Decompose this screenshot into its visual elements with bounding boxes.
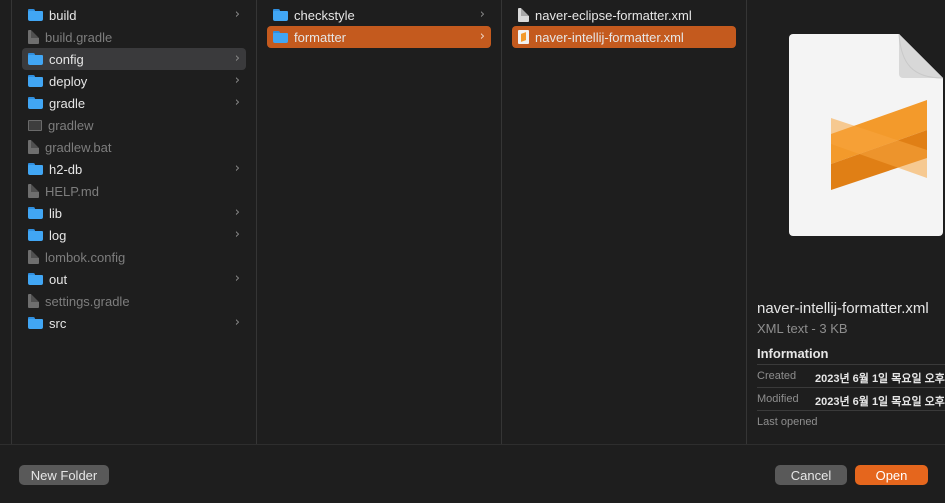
folder-icon (273, 31, 288, 43)
item-label: naver-eclipse-formatter.xml (535, 7, 692, 23)
info-key: Created (757, 370, 797, 382)
new-folder-button[interactable]: New Folder (19, 465, 109, 485)
column-config[interactable]: checkstyle › formatter › (257, 0, 502, 444)
list-item[interactable]: naver-eclipse-formatter.xml (512, 4, 736, 26)
folder-icon (28, 9, 43, 21)
item-label: build (49, 7, 77, 23)
column-project[interactable]: build › build.gradle config › deploy › gradle › g… (12, 0, 257, 444)
document-icon (28, 294, 39, 308)
list-item[interactable]: HELP.md (22, 180, 246, 202)
list-item[interactable]: build › (22, 4, 246, 26)
document-icon (518, 8, 529, 22)
list-item[interactable]: deploy › (22, 70, 246, 92)
chevron-right-icon: › (479, 7, 485, 22)
chevron-right-icon: › (234, 7, 240, 22)
list-item[interactable]: h2-db › (22, 158, 246, 180)
list-item[interactable]: src › (22, 312, 246, 334)
preview-file-kind: XML text - 3 KB (757, 321, 848, 336)
chevron-right-icon: › (234, 227, 240, 242)
info-row-created: Created 2023년 6월 1일 목요일 오후 (757, 364, 945, 387)
open-button[interactable]: Open (855, 465, 928, 485)
list-item[interactable]: gradlew.bat (22, 136, 246, 158)
info-row-last-opened: Last opened (757, 410, 945, 433)
chevron-right-icon: › (234, 73, 240, 88)
folder-icon (273, 9, 288, 21)
list-item[interactable]: lombok.config (22, 246, 246, 268)
item-label: out (49, 271, 68, 287)
document-icon (28, 184, 39, 198)
terminal-file-icon (28, 119, 42, 131)
chevron-right-icon: › (479, 29, 485, 44)
information-heading: Information (757, 346, 829, 361)
document-icon (28, 250, 39, 264)
list-item[interactable]: formatter › (267, 26, 491, 48)
item-label: lombok.config (45, 249, 126, 265)
folder-icon (28, 75, 43, 87)
list-item[interactable]: build.gradle (22, 26, 246, 48)
file-browser: build › build.gradle config › deploy › gradle › g… (0, 0, 945, 444)
info-key: Last opened (757, 416, 818, 428)
item-label: gradlew.bat (45, 139, 112, 155)
chevron-right-icon: › (234, 205, 240, 220)
folder-icon (28, 53, 43, 65)
document-icon (28, 140, 39, 154)
list-item[interactable]: lib › (22, 202, 246, 224)
chevron-right-icon: › (234, 271, 240, 286)
info-row-modified: Modified 2023년 6월 1일 목요일 오후 (757, 387, 945, 410)
item-label: deploy (49, 73, 88, 89)
item-label: gradle (49, 95, 86, 111)
folder-icon (28, 317, 43, 329)
list-item[interactable]: checkstyle › (267, 4, 491, 26)
document-icon (28, 30, 39, 44)
folder-icon (28, 97, 43, 109)
info-key: Modified (757, 393, 799, 405)
sublime-text-document-icon (789, 34, 943, 236)
sublime-file-icon (518, 30, 529, 44)
item-label: lib (49, 205, 63, 221)
chevron-right-icon: › (234, 315, 240, 330)
folder-icon (28, 273, 43, 285)
list-item[interactable]: log › (22, 224, 246, 246)
info-value: 2023년 6월 1일 목요일 오후 (815, 373, 945, 385)
item-label: naver-intellij-formatter.xml (535, 29, 684, 45)
item-label: log (49, 227, 67, 243)
item-label: HELP.md (45, 183, 99, 199)
list-item[interactable]: settings.gradle (22, 290, 246, 312)
cancel-button[interactable]: Cancel (775, 465, 847, 485)
list-item[interactable]: gradlew (22, 114, 246, 136)
folder-icon (28, 229, 43, 241)
list-item[interactable]: out › (22, 268, 246, 290)
folder-icon (28, 163, 43, 175)
chevron-right-icon: › (234, 51, 240, 66)
column-formatter[interactable]: naver-eclipse-formatter.xml naver-intelli… (502, 0, 747, 444)
preview-file-name: naver-intellij-formatter.xml (757, 300, 929, 317)
item-label: build.gradle (45, 29, 113, 45)
list-item[interactable]: gradle › (22, 92, 246, 114)
preview-pane: naver-intellij-formatter.xml XML text - … (747, 0, 945, 444)
item-label: config (49, 51, 84, 67)
item-label: src (49, 315, 67, 331)
column-left-edge (0, 0, 12, 444)
item-label: formatter (294, 29, 347, 45)
item-label: gradlew (48, 117, 94, 133)
dialog-footer: New Folder Cancel Open (0, 444, 945, 503)
chevron-right-icon: › (234, 95, 240, 110)
item-label: settings.gradle (45, 293, 130, 309)
folder-icon (28, 207, 43, 219)
info-value: 2023년 6월 1일 목요일 오후 (815, 396, 945, 408)
item-label: h2-db (49, 161, 83, 177)
list-item[interactable]: naver-intellij-formatter.xml (512, 26, 736, 48)
item-label: checkstyle (294, 7, 355, 23)
chevron-right-icon: › (234, 161, 240, 176)
list-item[interactable]: config › (22, 48, 246, 70)
